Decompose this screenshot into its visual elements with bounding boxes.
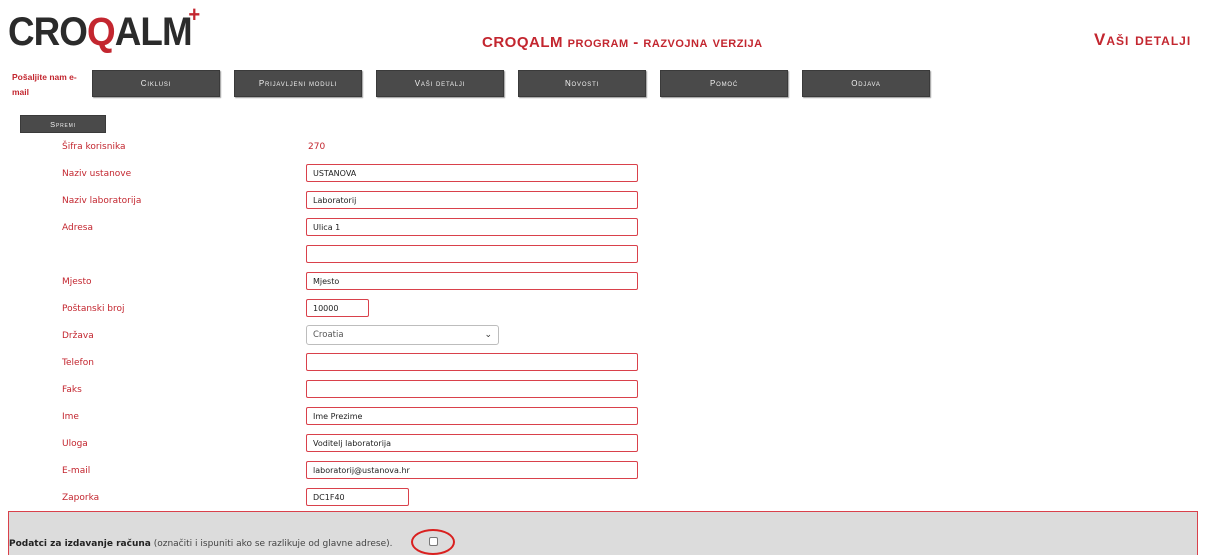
lab-label: Naziv laboratorija (62, 196, 142, 206)
nav-button-odjava[interactable]: Odjava (802, 70, 930, 97)
email-input[interactable]: laboratorij@ustanova.hr (306, 461, 638, 479)
user-id-label: Šifra korisnika (62, 142, 126, 152)
logo-q: Q (87, 10, 116, 54)
country-label: Država (62, 331, 94, 341)
country-select[interactable]: Croatia ⌄ (306, 325, 499, 345)
chevron-down-icon: ⌄ (484, 330, 492, 340)
city-input[interactable]: Mjesto (306, 272, 638, 290)
logo-suffix: ALM (114, 10, 193, 54)
page-heading: Vaši detalji (1094, 30, 1192, 49)
logo-prefix: CRO (8, 10, 88, 54)
billing-text: Podatci za izdavanje računa (označiti i … (9, 539, 393, 549)
address1-input[interactable]: Ulica 1 (306, 218, 638, 236)
logo-plus-icon: + (188, 2, 200, 27)
croqalm-logo: CROQALM + (8, 4, 200, 54)
billing-title: Podatci za izdavanje računa (9, 539, 151, 549)
role-input[interactable]: Voditelj laboratorija (306, 434, 638, 452)
fax-label: Faks (62, 385, 82, 395)
address2-input[interactable] (306, 245, 638, 263)
highlight-ring (411, 529, 455, 555)
nav-button-prijavljeni-moduli[interactable]: Prijavljeni moduli (234, 70, 362, 97)
lab-input[interactable]: Laboratorij (306, 191, 638, 209)
program-title: CROQALM program - razvojna verzija (482, 34, 763, 51)
city-label: Mjesto (62, 277, 92, 287)
user-id-value: 270 (308, 142, 326, 152)
save-button[interactable]: Spremi (20, 115, 106, 133)
phone-label: Telefon (62, 358, 94, 368)
phone-input[interactable] (306, 353, 638, 371)
nav-button-ciklusi[interactable]: Ciklusi (92, 70, 220, 97)
fax-input[interactable] (306, 380, 638, 398)
billing-note: (označiti i ispuniti ako se razlikuje od… (153, 539, 393, 549)
institution-label: Naziv ustanove (62, 169, 132, 179)
email-label: E-mail (62, 466, 91, 476)
institution-input[interactable]: USTANOVA (306, 164, 638, 182)
name-input[interactable]: Ime Prezime (306, 407, 638, 425)
billing-checkbox[interactable] (429, 537, 438, 546)
password-label: Zaporka (62, 493, 100, 503)
country-selected-value: Croatia (313, 330, 344, 340)
email-link[interactable]: Pošaljite nam e-mail (12, 70, 82, 100)
name-label: Ime (62, 412, 79, 422)
role-label: Uloga (62, 439, 88, 449)
nav-button-vasi-detalji[interactable]: Vaši detalji (376, 70, 504, 97)
postal-label: Poštanski broj (62, 304, 125, 314)
nav-button-novosti[interactable]: Novosti (518, 70, 646, 97)
address-label: Adresa (62, 223, 93, 233)
nav-button-pomoc[interactable]: Pomoć (660, 70, 788, 97)
billing-section: Podatci za izdavanje računa (označiti i … (8, 511, 1198, 555)
password-input[interactable]: DC1F40 (306, 488, 409, 506)
postal-input[interactable]: 10000 (306, 299, 369, 317)
